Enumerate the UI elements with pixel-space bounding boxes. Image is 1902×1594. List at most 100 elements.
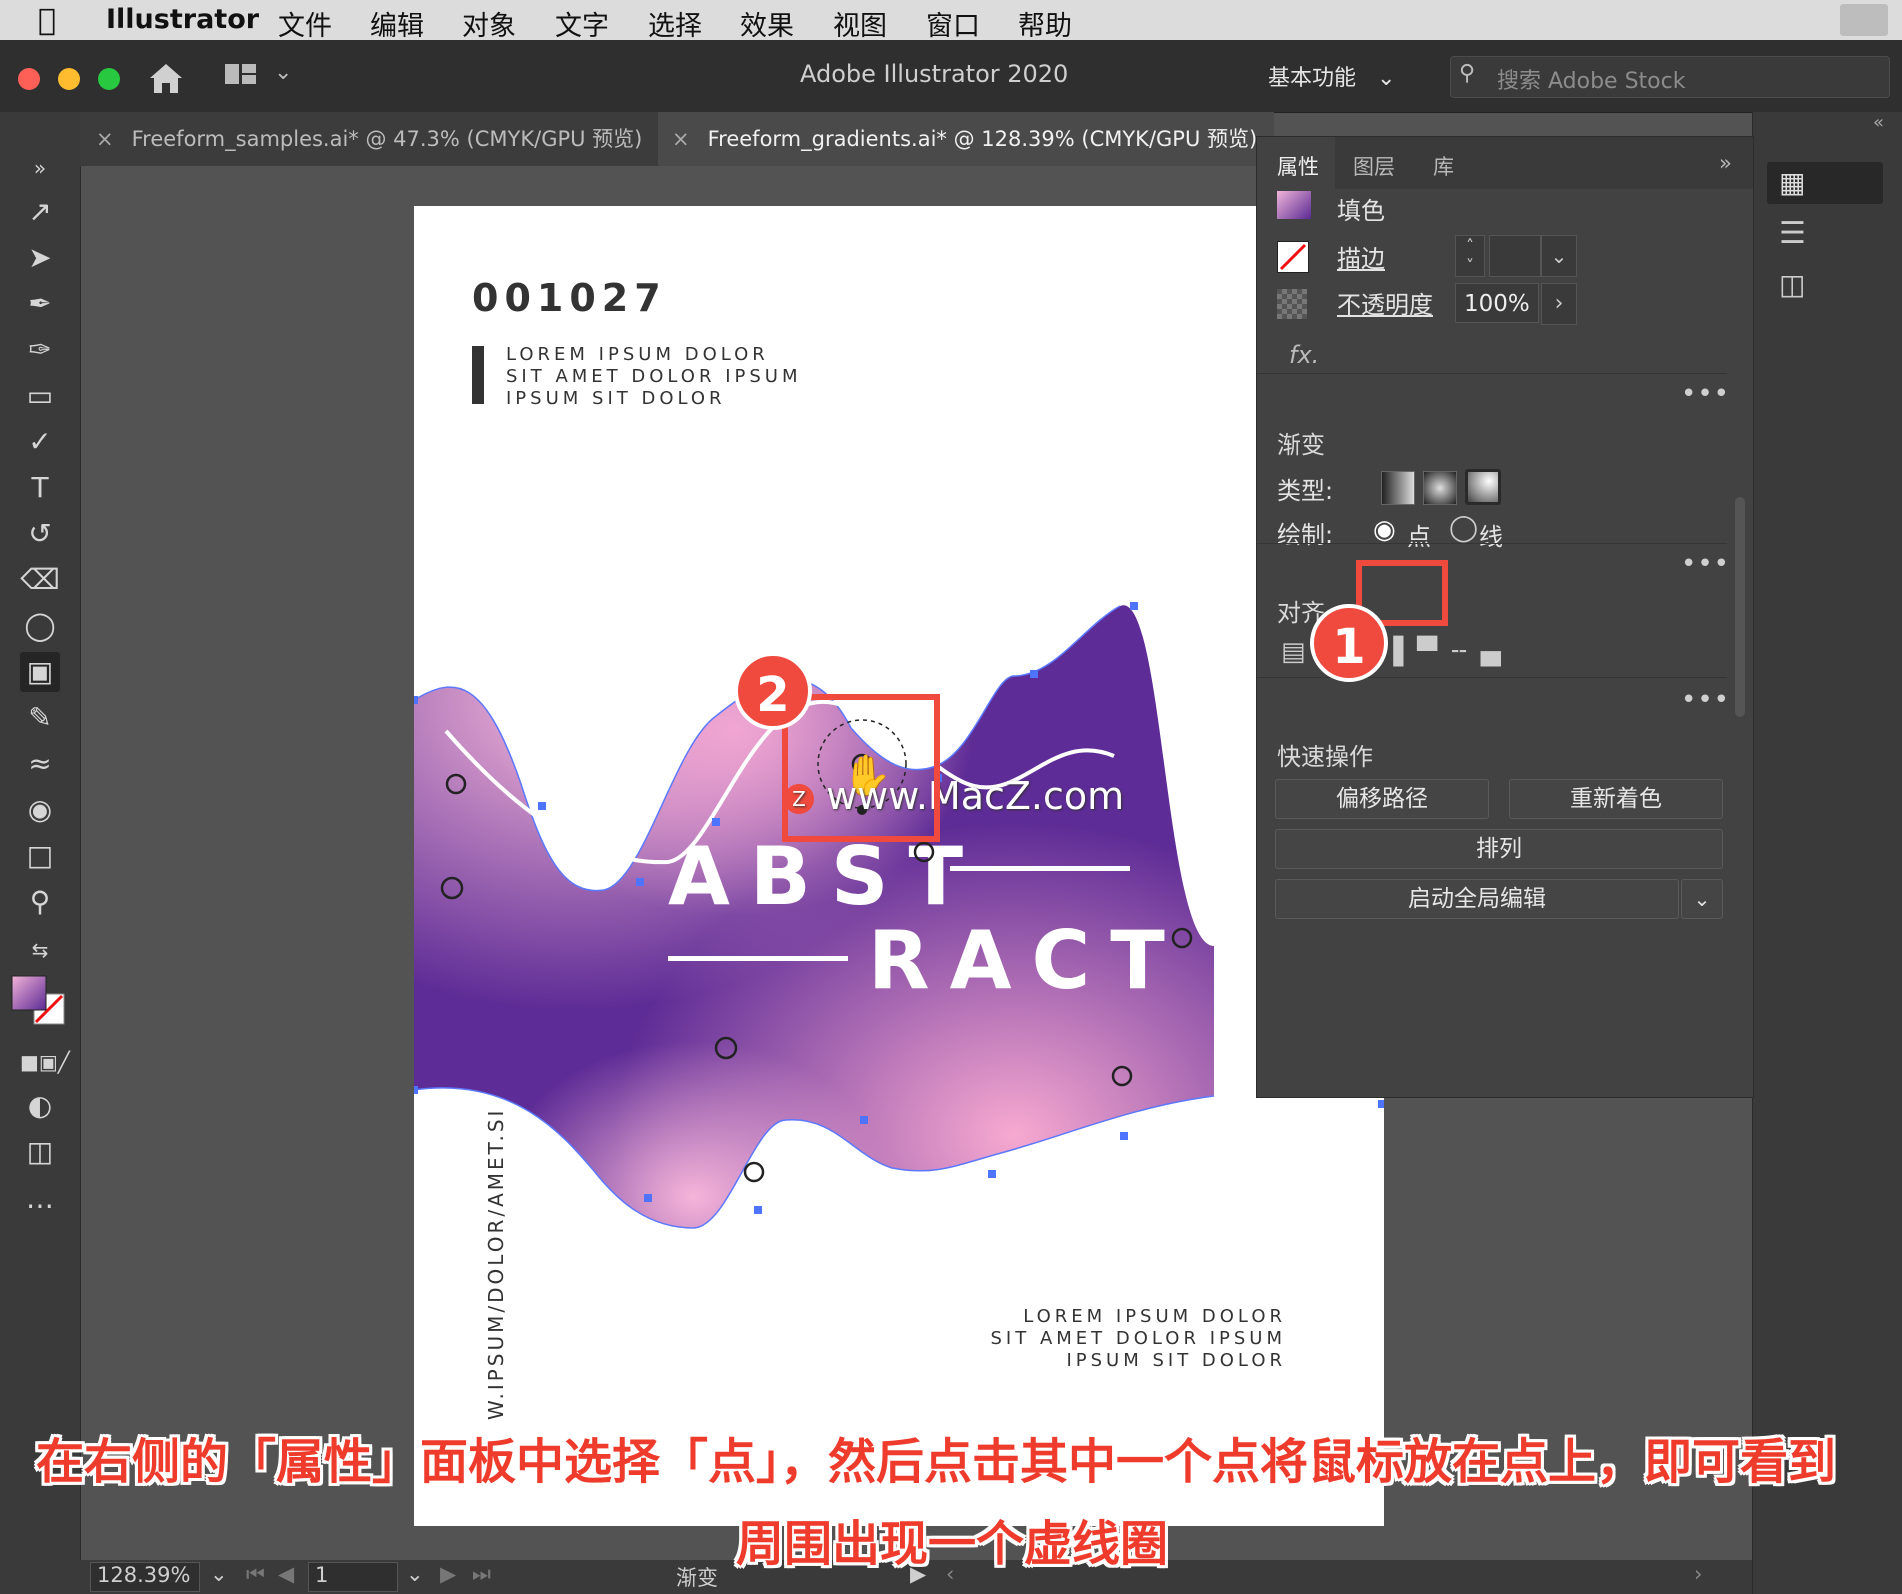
- menu-type[interactable]: 文字: [555, 4, 609, 43]
- close-window-icon[interactable]: [18, 68, 40, 90]
- properties-icon: ▦: [1779, 166, 1806, 199]
- radial-gradient-icon[interactable]: [1423, 471, 1457, 505]
- direct-selection-tool-icon[interactable]: ➤: [20, 238, 60, 278]
- properties-dock-button[interactable]: ▦: [1767, 162, 1883, 204]
- stroke-weight-stepper[interactable]: ˄ ˅: [1455, 235, 1485, 277]
- freeform-gradient-icon: [1468, 472, 1498, 502]
- fill-stroke-swatch[interactable]: [10, 974, 70, 1028]
- close-tab-icon[interactable]: ×: [672, 127, 690, 151]
- eraser-tool-icon[interactable]: ⌫: [20, 560, 60, 600]
- page-value: 1: [315, 1563, 329, 1587]
- collapse-dock-icon[interactable]: «: [1873, 112, 1884, 133]
- menu-view[interactable]: 视图: [833, 4, 887, 43]
- curvature-tool-icon[interactable]: ✑: [20, 330, 60, 370]
- eyedropper-tool-icon[interactable]: ✎: [20, 698, 60, 738]
- rotate-tool-icon[interactable]: ↺: [20, 514, 60, 554]
- opacity-input[interactable]: 100%: [1455, 283, 1539, 323]
- zoom-window-icon[interactable]: [98, 68, 120, 90]
- zoom-field[interactable]: 128.39%: [90, 1562, 200, 1592]
- layers-icon[interactable]: ☰: [1779, 216, 1806, 251]
- opacity-label[interactable]: 不透明度: [1337, 285, 1433, 320]
- libraries-icon[interactable]: ◫: [1779, 268, 1805, 301]
- stroke-label[interactable]: 描边: [1337, 239, 1385, 274]
- align-vcenter-icon[interactable]: ╌: [1451, 637, 1481, 667]
- workspace-switcher[interactable]: 基本功能 ⌄: [1268, 60, 1395, 92]
- gradient-tool-icon[interactable]: ▣: [20, 652, 60, 692]
- prev-page-icon[interactable]: ◀: [278, 1562, 294, 1586]
- scroll-right-icon[interactable]: ›: [1694, 1562, 1702, 1586]
- chevron-right-icon[interactable]: ›: [1541, 283, 1577, 325]
- arrange-button[interactable]: 排列: [1275, 829, 1723, 869]
- lasso-tool-icon[interactable]: ◯: [20, 606, 60, 646]
- freeform-gradient-button[interactable]: [1465, 469, 1501, 505]
- collapse-icon[interactable]: »: [20, 148, 60, 188]
- fx-button[interactable]: fx.: [1289, 341, 1319, 369]
- fill-label: 填色: [1337, 197, 1385, 225]
- menu-app-name[interactable]: Illustrator: [106, 4, 259, 35]
- panel-scrollbar[interactable]: [1735, 497, 1745, 717]
- stroke-weight-input[interactable]: [1489, 235, 1541, 277]
- first-page-icon[interactable]: ⏮: [246, 1562, 265, 1587]
- home-icon[interactable]: [146, 60, 186, 96]
- more-options-icon[interactable]: •••: [1681, 549, 1730, 579]
- zoom-tool-icon[interactable]: ⚲: [20, 882, 60, 922]
- more-tools-icon[interactable]: ⋯: [20, 1186, 60, 1226]
- tab-freeform-samples[interactable]: × Freeform_samples.ai* @ 47.3% (CMYK/GPU …: [96, 112, 666, 166]
- lines-radio[interactable]: ◯: [1449, 513, 1478, 543]
- menu-window[interactable]: 窗口: [926, 4, 980, 43]
- color-mode-icon[interactable]: ■▣╱: [20, 1042, 70, 1082]
- chevron-down-icon[interactable]: ⌄: [1681, 879, 1723, 919]
- selection-tool-icon[interactable]: ↗: [20, 192, 60, 232]
- paintbrush-tool-icon[interactable]: ✓: [20, 422, 60, 462]
- last-page-icon[interactable]: ⏭: [472, 1562, 491, 1587]
- swap-fill-stroke-icon[interactable]: ⇆: [20, 930, 60, 970]
- close-tab-icon[interactable]: ×: [96, 127, 114, 151]
- lines-label[interactable]: 线: [1479, 517, 1503, 552]
- menu-effect[interactable]: 效果: [740, 4, 794, 43]
- chevron-down-icon[interactable]: ⌄: [406, 1562, 424, 1586]
- tab-libraries[interactable]: 库: [1433, 151, 1454, 181]
- gradient-points-overlay[interactable]: [414, 206, 1384, 1526]
- more-options-icon[interactable]: •••: [1681, 379, 1730, 409]
- next-page-icon[interactable]: ▶: [440, 1562, 456, 1586]
- panel-menu-icon[interactable]: »: [1719, 151, 1732, 175]
- tab-properties[interactable]: 属性: [1277, 151, 1319, 181]
- menu-edit[interactable]: 编辑: [370, 4, 424, 43]
- points-radio[interactable]: ◉: [1373, 515, 1396, 545]
- type-tool-icon[interactable]: T: [20, 468, 60, 508]
- shape-builder-tool-icon[interactable]: ◉: [20, 790, 60, 830]
- more-options-icon[interactable]: •••: [1681, 685, 1730, 715]
- blend-tool-icon[interactable]: ≈: [20, 744, 60, 784]
- apple-icon[interactable]: : [38, 3, 56, 38]
- page-field[interactable]: 1: [308, 1562, 398, 1592]
- minimize-window-icon[interactable]: [58, 68, 80, 90]
- draw-mode-icon[interactable]: ◐: [20, 1086, 60, 1126]
- menu-file[interactable]: 文件: [278, 4, 332, 43]
- stock-search-input[interactable]: ⚲ 搜索 Adobe Stock: [1450, 56, 1890, 98]
- menu-help[interactable]: 帮助: [1018, 4, 1072, 43]
- align-right-icon[interactable]: ▐: [1383, 637, 1417, 667]
- gradient-point: [743, 1161, 765, 1183]
- rectangle-tool-icon[interactable]: ▭: [20, 376, 60, 416]
- align-bottom-icon[interactable]: ▄: [1481, 637, 1515, 667]
- fill-swatch[interactable]: [1277, 191, 1311, 219]
- global-edit-button[interactable]: 启动全局编辑: [1275, 879, 1679, 919]
- offset-path-button[interactable]: 偏移路径: [1275, 779, 1489, 819]
- screen-mode-icon[interactable]: ◫: [20, 1132, 60, 1172]
- chevron-down-icon[interactable]: ⌄: [210, 1562, 228, 1586]
- menu-object[interactable]: 对象: [462, 4, 516, 43]
- pen-tool-icon[interactable]: ✒: [20, 284, 60, 324]
- recolor-button[interactable]: 重新着色: [1509, 779, 1723, 819]
- linear-gradient-icon[interactable]: [1381, 471, 1415, 505]
- menubar-status-icon[interactable]: [1840, 4, 1888, 36]
- step-badge-2: 2: [734, 652, 812, 730]
- arrange-documents-icon[interactable]: ⌄: [224, 60, 294, 92]
- artboard-tool-icon[interactable]: □: [20, 836, 60, 876]
- tab-freeform-gradients[interactable]: × Freeform_gradients.ai* @ 128.39% (CMYK/…: [658, 112, 1274, 166]
- points-label[interactable]: 点: [1407, 517, 1431, 552]
- stroke-swatch[interactable]: [1277, 241, 1309, 273]
- tab-layers[interactable]: 图层: [1353, 151, 1395, 181]
- menu-select[interactable]: 选择: [648, 4, 702, 43]
- chevron-down-icon[interactable]: ⌄: [1541, 235, 1577, 277]
- align-top-icon[interactable]: ▀: [1417, 637, 1451, 667]
